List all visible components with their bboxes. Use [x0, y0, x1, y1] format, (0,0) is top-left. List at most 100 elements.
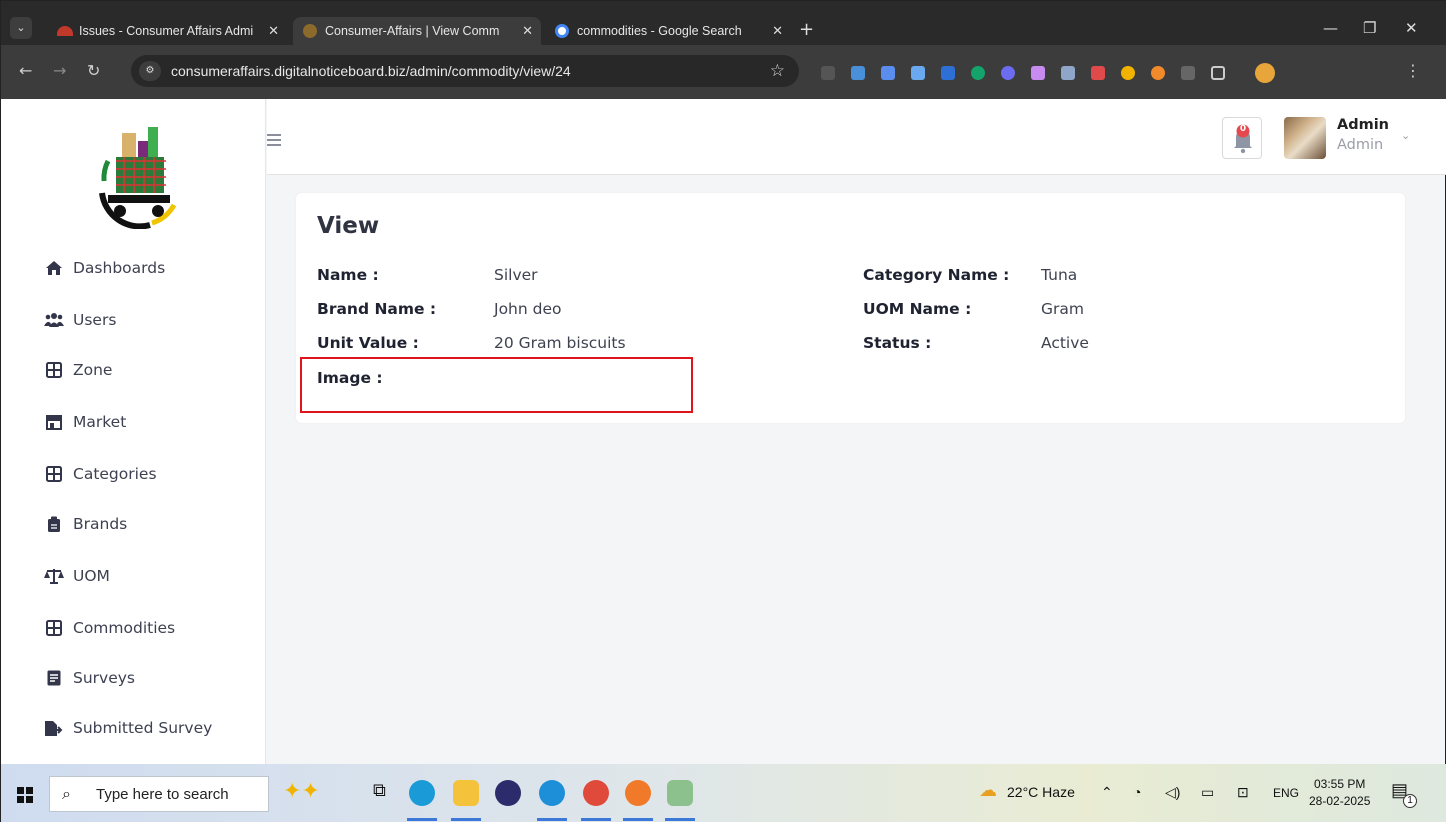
minimize-icon[interactable]: —: [1323, 17, 1338, 39]
user-role: Admin: [1337, 137, 1384, 153]
tab-search-button[interactable]: ⌄: [10, 17, 32, 39]
sidebar-item-market[interactable]: Market: [43, 409, 126, 435]
tray-expand-icon[interactable]: ⌃: [1101, 784, 1113, 801]
form-icon: [43, 669, 65, 687]
name-label: Name :: [317, 266, 379, 284]
unit-value-value: 20 Gram biscuits: [494, 334, 626, 352]
forward-icon[interactable]: →: [53, 59, 66, 83]
sidebar-item-brands[interactable]: Brands: [43, 511, 127, 537]
battery-icon[interactable]: ▭: [1201, 784, 1214, 801]
sidebar-item-label: Market: [73, 413, 127, 431]
pen-extension-icon[interactable]: [1031, 66, 1045, 80]
extensions-puzzle-icon[interactable]: [1211, 66, 1225, 80]
notification-bell-button[interactable]: 0: [1222, 117, 1262, 159]
color-extension-icon[interactable]: [1121, 66, 1135, 80]
emoji-extension-icon[interactable]: [1151, 66, 1165, 80]
sidebar-item-surveys[interactable]: Surveys: [43, 665, 135, 691]
crx-extension-icon[interactable]: [1181, 66, 1195, 80]
sidebar-item-label: UOM: [73, 567, 110, 585]
tab-issues[interactable]: Issues - Consumer Affairs Admi ✕: [47, 17, 287, 45]
file-explorer-icon[interactable]: [453, 780, 479, 806]
grid-icon: [43, 465, 65, 483]
menu-toggle-icon[interactable]: [267, 134, 281, 149]
address-bar[interactable]: ⚙ consumeraffairs.digitalnoticeboard.biz…: [131, 55, 799, 87]
site-favicon-icon: [303, 24, 317, 38]
sidebar-item-label: Dashboards: [73, 259, 166, 277]
url-text[interactable]: consumeraffairs.digitalnoticeboard.biz/a…: [171, 55, 571, 87]
skype-icon[interactable]: [409, 780, 435, 806]
translate-extension-icon[interactable]: [851, 66, 865, 80]
running-indicator: [665, 818, 695, 821]
sidebar-item-zone[interactable]: Zone: [43, 357, 112, 383]
sidebar-item-commodities[interactable]: Commodities: [43, 615, 175, 641]
close-tab-icon[interactable]: ✕: [268, 17, 279, 45]
volume-icon[interactable]: ◁): [1165, 784, 1180, 801]
user-avatar[interactable]: [1284, 117, 1326, 159]
sidebar-item-label: Categories: [73, 465, 157, 483]
profile-avatar-icon[interactable]: [1255, 63, 1275, 83]
consumer-affairs-logo: [99, 127, 177, 229]
sidebar-item-submitted-survey[interactable]: Submitted Survey: [43, 715, 212, 741]
reload-icon[interactable]: ↻: [87, 59, 100, 83]
task-view-icon[interactable]: ⧉: [373, 780, 386, 801]
bookmark-star-icon[interactable]: ☆: [770, 55, 785, 87]
pen-tray-icon[interactable]: ⊡: [1237, 784, 1249, 801]
category-name-label: Category Name :: [863, 266, 1010, 284]
sidebar-item-categories[interactable]: Categories: [43, 461, 157, 487]
copilot-sparkle-icon[interactable]: ✦✦: [283, 778, 320, 804]
restore-icon[interactable]: ❐: [1363, 17, 1376, 39]
notepad-icon[interactable]: [667, 780, 693, 806]
clock-date: 28-02-2025: [1309, 794, 1371, 808]
sparkle-extension-icon[interactable]: [1001, 66, 1015, 80]
user-name[interactable]: Admin: [1337, 117, 1389, 133]
chevron-down-icon[interactable]: ⌄: [1401, 129, 1410, 142]
tabs-extension-icon[interactable]: [911, 66, 925, 80]
screen-extension-icon[interactable]: [881, 66, 895, 80]
edge-icon[interactable]: [539, 780, 565, 806]
issues-favicon-icon: [57, 26, 73, 36]
grid-icon: [43, 619, 65, 637]
sigma-extension-icon[interactable]: [821, 66, 835, 80]
name-value: Silver: [494, 266, 538, 284]
cursor-extension-icon[interactable]: [1061, 66, 1075, 80]
language-indicator[interactable]: ENG: [1273, 786, 1299, 800]
eclipse-icon[interactable]: [495, 780, 521, 806]
windows-taskbar: ⌕ Type here to search ✦✦ ⧉ ☁ 22°C Haze ⌃…: [1, 764, 1446, 822]
chrome-icon[interactable]: [583, 780, 609, 806]
notification-center-count: 1: [1403, 794, 1417, 808]
sidebar-item-uom[interactable]: UOM: [43, 563, 110, 589]
f-extension-icon[interactable]: [941, 66, 955, 80]
link-extension-icon[interactable]: [1091, 66, 1105, 80]
close-window-icon[interactable]: ✕: [1405, 17, 1418, 39]
windows-start-icon[interactable]: [17, 787, 33, 803]
firefox-icon[interactable]: [625, 780, 651, 806]
sidebar-item-label: Commodities: [73, 619, 176, 637]
grammarly-extension-icon[interactable]: [971, 66, 985, 80]
close-tab-icon[interactable]: ✕: [772, 17, 783, 45]
weather-text[interactable]: 22°C Haze: [1007, 784, 1075, 800]
tab-consumer-affairs-view[interactable]: Consumer-Affairs | View Comm ✕: [293, 17, 541, 45]
unit-value-label: Unit Value :: [317, 334, 419, 352]
close-tab-icon[interactable]: ✕: [522, 17, 533, 45]
category-name-value: Tuna: [1041, 266, 1078, 284]
uom-name-label: UOM Name :: [863, 300, 972, 318]
tab-google-search[interactable]: commodities - Google Search ✕: [545, 17, 791, 45]
site-info-icon[interactable]: ⚙: [139, 61, 161, 81]
sidebar-item-users[interactable]: Users: [43, 307, 116, 333]
taskbar-search-input[interactable]: ⌕ Type here to search: [49, 776, 269, 812]
status-label: Status :: [863, 334, 932, 352]
back-icon[interactable]: ←: [19, 59, 32, 83]
notification-count-badge: 0: [1239, 124, 1247, 134]
running-indicator: [537, 818, 567, 821]
search-placeholder: Type here to search: [96, 786, 229, 803]
taskbar-clock[interactable]: 03:55 PM 28-02-2025: [1309, 776, 1370, 810]
grid-icon: [43, 361, 65, 379]
sidebar-item-label: Brands: [73, 515, 128, 533]
wifi-icon[interactable]: ◔: [1133, 784, 1141, 800]
store-icon: [43, 413, 65, 431]
new-tab-icon[interactable]: +: [799, 17, 814, 43]
sidebar-item-dashboards[interactable]: Dashboards: [43, 255, 165, 281]
scale-icon: [43, 567, 65, 585]
status-value: Active: [1041, 334, 1089, 352]
browser-menu-icon[interactable]: ⋮: [1405, 59, 1421, 83]
